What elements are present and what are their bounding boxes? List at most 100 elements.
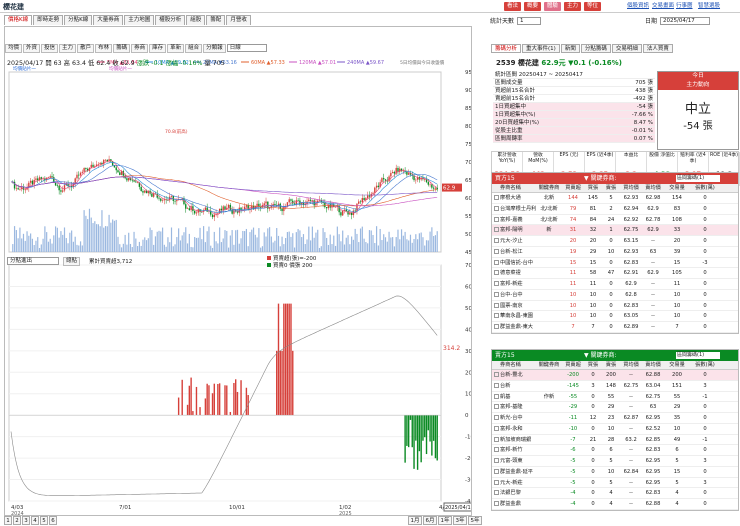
- smart-picker-link[interactable]: 智慧選股: [698, 2, 720, 11]
- table-row[interactable]: 富邦-基隆 -29 0 29 -- 63 29 0: [492, 402, 738, 413]
- table-row[interactable]: 富邦-新莊 11 11 0 62.9 -- 11 0: [492, 279, 738, 290]
- sell-period-select[interactable]: 區間籌碼(1): [676, 352, 720, 359]
- trade-screen-link[interactable]: 交易畫面: [652, 2, 674, 11]
- sell-mode[interactable]: ▼ 關鍵券商:: [584, 350, 617, 361]
- checkbox[interactable]: [493, 205, 499, 211]
- table-row[interactable]: 新加坡商瑞銀 -7 21 28 63.2 62.85 49 -1: [492, 435, 738, 446]
- checkbox[interactable]: [493, 393, 499, 399]
- checkbox[interactable]: [493, 259, 499, 265]
- rtab-chip-analysis[interactable]: 籌碼分析: [491, 44, 522, 53]
- tool-bollinger[interactable]: 布林: [95, 44, 113, 53]
- buy-mode[interactable]: ▼ 關鍵券商:: [584, 173, 617, 184]
- range-1m[interactable]: 1月: [408, 516, 422, 525]
- page-2[interactable]: 2: [13, 516, 21, 525]
- table-row[interactable]: 群益金鼎 -4 0 4 -- 62.88 4 0: [492, 499, 738, 510]
- checkbox[interactable]: [493, 447, 499, 453]
- table-row[interactable]: 凱基 作新 -55 0 55 -- 62.75 55 -1: [492, 392, 738, 403]
- rtab-trade-detail[interactable]: 交易明細: [611, 44, 642, 53]
- tab-group[interactable]: 組股: [186, 15, 206, 25]
- checkbox[interactable]: [493, 324, 499, 329]
- summary-button[interactable]: 概要: [524, 2, 542, 11]
- checkbox[interactable]: [493, 238, 499, 243]
- page-5[interactable]: 5: [40, 516, 48, 525]
- table-row[interactable]: 國票-南京 10 10 0 62.83 -- 10 0: [492, 301, 738, 312]
- rtab-institutional[interactable]: 法人買賣: [642, 44, 673, 53]
- sub-indicator-select[interactable]: 分點進出: [7, 257, 59, 265]
- tab-main-map[interactable]: 主力地圖: [124, 15, 155, 25]
- checkbox[interactable]: [493, 372, 499, 377]
- tool-broker[interactable]: 券商: [131, 44, 149, 53]
- tool-inventory[interactable]: 庫存: [149, 44, 167, 53]
- tab-equity[interactable]: 權股分析: [155, 15, 186, 25]
- stock-info-link[interactable]: 個股資訊: [627, 2, 649, 11]
- table-row[interactable]: 元大-汐止 20 20 0 63.15 -- 20 0: [492, 236, 738, 247]
- table-row[interactable]: 富邦-嘉義 北/北新 74 84 24 62.92 62.78 108 0: [492, 215, 738, 226]
- checkbox[interactable]: [493, 415, 499, 420]
- rtab-broker-chips[interactable]: 分點籌碼: [580, 44, 611, 53]
- table-row[interactable]: 台灣摩根士丹利 北/北新 79 81 2 62.94 62.9 83 0: [492, 204, 738, 215]
- tab-monthly-revenue[interactable]: 月營收: [226, 15, 251, 25]
- buy-period-select[interactable]: 區間籌碼(1): [676, 175, 720, 182]
- date-select[interactable]: 2025/04/17: [660, 16, 711, 25]
- calendar-link[interactable]: 行事曆: [676, 2, 693, 11]
- tool-trust[interactable]: 投信: [41, 44, 59, 53]
- days-select[interactable]: 1: [517, 16, 542, 25]
- view-button[interactable]: 看法: [504, 2, 522, 11]
- tab-kline[interactable]: 價格K線: [4, 15, 33, 25]
- range-1y[interactable]: 1年: [438, 516, 452, 525]
- checkbox[interactable]: [493, 313, 499, 319]
- table-row[interactable]: 台新 -145 3 148 62.75 63.04 151 3: [492, 381, 738, 392]
- table-row[interactable]: 富邦-陽明 新 31 32 1 62.75 62.9 33 0: [492, 225, 738, 236]
- tool-foreign[interactable]: 外資: [23, 44, 41, 53]
- table-row[interactable]: 台新-松江 19 29 10 62.93 63 39 0: [492, 247, 738, 258]
- range-6m[interactable]: 6月: [423, 516, 437, 525]
- table-row[interactable]: 台中-台中 10 10 0 62.8 -- 10 0: [492, 290, 738, 301]
- table-row[interactable]: 群益金鼎-東大 7 7 0 62.89 -- 7 0: [492, 322, 738, 333]
- rank-button[interactable]: 等位: [584, 2, 602, 11]
- checkbox[interactable]: [493, 302, 499, 308]
- page-4[interactable]: 4: [31, 516, 39, 525]
- sub-total-button[interactable]: 總點: [63, 256, 81, 266]
- main-force-button[interactable]: 主力: [564, 2, 582, 11]
- checkbox[interactable]: [493, 195, 499, 200]
- table-row[interactable]: 摩根大通 北新 144 145 5 62.93 62.98 154 0: [492, 193, 738, 204]
- table-row[interactable]: 元富-頭東 -5 0 5 -- 62.95 5 3: [492, 456, 738, 467]
- table-row[interactable]: 群益金鼎-延平 -5 0 10 62.84 62.95 15 0: [492, 467, 738, 478]
- table-row[interactable]: 元大-新莊 -5 0 5 -- 62.95 5 3: [492, 478, 738, 489]
- tab-intraday[interactable]: 即時走勢: [33, 15, 64, 25]
- tool-reform[interactable]: 革新: [167, 44, 185, 53]
- experience-button[interactable]: 體驗: [544, 2, 562, 11]
- table-row[interactable]: 富邦-新竹 -6 0 6 -- 62.83 6 0: [492, 445, 738, 456]
- tab-chips[interactable]: 籌配: [206, 15, 226, 25]
- range-3y[interactable]: 3年: [453, 516, 467, 525]
- checkbox[interactable]: [493, 281, 499, 286]
- page-3[interactable]: 3: [22, 516, 30, 525]
- checkbox[interactable]: [493, 270, 499, 276]
- table-row[interactable]: 新光-台中 -11 12 23 62.87 62.95 35 0: [492, 413, 738, 424]
- table-row[interactable]: 德意菜證 11 58 47 62.91 62.9 105 0: [492, 268, 738, 279]
- checkbox[interactable]: [493, 458, 499, 463]
- period-select[interactable]: 日線: [226, 44, 267, 52]
- tool-main[interactable]: 主力: [59, 44, 77, 53]
- table-row[interactable]: 華南永昌-東園 10 10 0 63.05 -- 10 0: [492, 311, 738, 322]
- checkbox[interactable]: [493, 490, 499, 496]
- checkbox[interactable]: [493, 436, 499, 442]
- table-row[interactable]: 台新-豐北 -200 0 200 -- 62.88 200 0: [492, 370, 738, 381]
- rtab-events[interactable]: 重大事件(1): [522, 44, 560, 53]
- range-5y[interactable]: 5年: [468, 516, 482, 525]
- checkbox[interactable]: [493, 382, 499, 388]
- checkbox[interactable]: [493, 501, 499, 506]
- price-chart[interactable]: 95 90 85 80 75 70 65 60 55 50 45 700 600 500 400 300 200…: [5, 27, 471, 515]
- tool-chips[interactable]: 籌碼: [113, 44, 131, 53]
- tool-retail[interactable]: 散戶: [77, 44, 95, 53]
- tool-avg[interactable]: 均價: [5, 44, 23, 53]
- page-6[interactable]: 6: [49, 516, 57, 525]
- page-1[interactable]: 1: [4, 516, 12, 525]
- tab-broker-kline[interactable]: 分點K線: [64, 15, 93, 25]
- table-row[interactable]: 富邦-永和 -10 0 10 -- 62.52 10 0: [492, 424, 738, 435]
- table-row[interactable]: 中國信託-台中 15 15 0 62.83 -- 15 -3: [492, 258, 738, 269]
- checkbox[interactable]: [493, 248, 499, 254]
- checkbox[interactable]: [493, 216, 499, 222]
- checkbox[interactable]: [493, 404, 499, 410]
- checkbox[interactable]: [493, 227, 499, 233]
